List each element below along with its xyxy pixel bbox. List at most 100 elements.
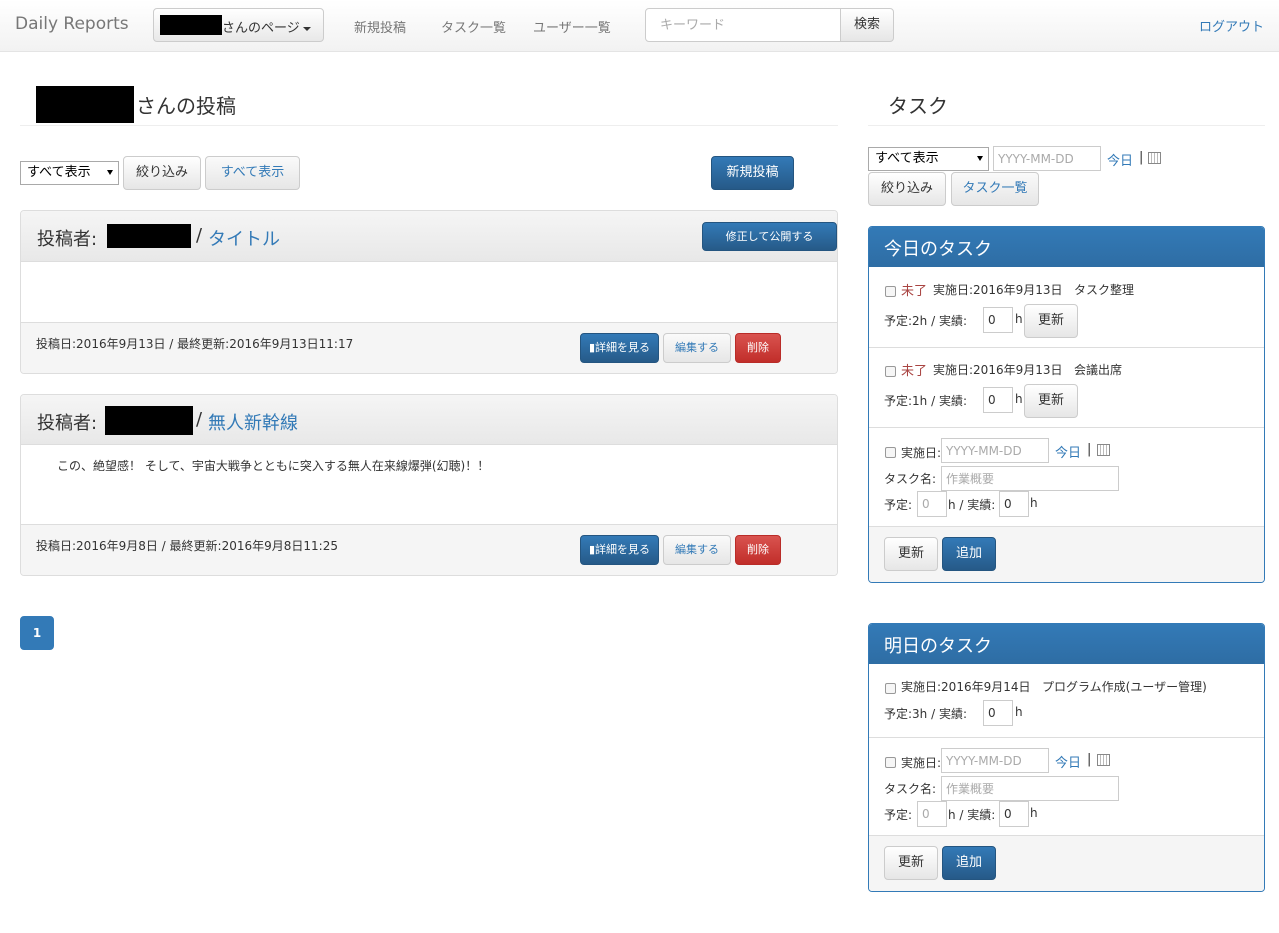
detail-button-label: 詳細を見る [595,543,651,556]
divider [868,125,1265,126]
plan-hours-input[interactable] [917,491,947,517]
post-title-link[interactable]: 無人新幹線 [208,409,298,435]
task-filter-button[interactable]: 絞り込み [868,172,946,206]
pipe-separator: | [1087,442,1092,457]
detail-button[interactable]: ▮詳細を見る [580,333,659,363]
task-plan: 予定:1h / 実績: [884,394,967,408]
post-footer: 投稿日:2016年9月8日 / 最終更新:2016年9月8日11:25 ▮詳細を… [21,524,837,575]
panel-footer: 更新 追加 [869,526,1264,582]
task-filter-select[interactable]: すべて表示 [868,147,989,171]
tasks-title: タスク [888,94,948,118]
task-date-input[interactable] [993,146,1101,171]
update-button[interactable]: 更新 [1024,384,1078,418]
edit-button[interactable]: 編集する [663,333,731,363]
hours-unit: h [1015,312,1023,326]
publish-button[interactable]: 修正して公開する [702,222,837,251]
detail-button[interactable]: ▮詳細を見る [580,535,659,565]
plan-hours-input[interactable] [917,801,947,827]
today-link[interactable]: 今日 [1055,442,1081,461]
calendar-icon[interactable] [1097,754,1110,766]
chevron-down-icon [302,26,311,31]
task-checkbox[interactable] [885,286,896,297]
delete-button[interactable]: 削除 [735,535,781,565]
calendar-icon[interactable] [1097,444,1110,456]
author-label: 投稿者: [37,413,98,434]
delete-button[interactable]: 削除 [735,333,781,363]
task-plan: 予定:3h / 実績: [884,707,967,721]
new-post-button[interactable]: 新規投稿 [711,156,794,190]
edit-button[interactable]: 編集する [663,535,731,565]
post-filter-button[interactable]: 絞り込み [123,156,201,190]
new-task-plan-label: 予定: [884,498,913,512]
update-button[interactable]: 更新 [884,537,938,571]
panel-footer: 更新 追加 [869,835,1264,891]
task-checkbox[interactable] [885,447,896,458]
page-title: さんの投稿 [136,94,236,118]
redacted-username [160,15,222,35]
post-filter-select[interactable]: すべて表示 [20,161,119,185]
today-link[interactable]: 今日 [1055,752,1081,771]
search-button[interactable]: 検索 [840,8,894,42]
post-title-link[interactable]: タイトル [208,225,280,251]
logout-link[interactable]: ログアウト [1199,16,1264,35]
redacted-username [36,86,134,123]
task-date: 実施日:2016年9月14日 [901,680,1031,694]
new-task-actual-label: h / 実績: [948,498,996,512]
update-button[interactable]: 更新 [884,846,938,880]
task-checkbox[interactable] [885,366,896,377]
nav-task-list[interactable]: タスク一覧 [441,17,506,36]
post-filter-value: すべて表示 [27,165,91,180]
task-status: 未了 [901,284,928,299]
user-menu-button[interactable]: さんのページ [153,8,324,42]
task-checkbox[interactable] [885,757,896,768]
actual-hours-input[interactable] [983,307,1013,333]
new-task-date-label: 実施日: [901,756,942,770]
task-date: 実施日:2016年9月13日 [933,283,1063,297]
tomorrow-tasks-title: 明日のタスク [869,624,1264,664]
post-card: 投稿者: / タイトル 修正して公開する 投稿日:2016年9月13日 / 最終… [20,210,838,374]
brand[interactable]: Daily Reports [15,14,129,34]
task-list-button[interactable]: タスク一覧 [951,172,1039,206]
new-task-plan-label: 予定: [884,808,913,822]
pipe-separator: | [1139,150,1144,165]
task-status: 未了 [901,364,928,379]
new-task-name-label: タスク名: [884,472,937,486]
show-all-button[interactable]: すべて表示 [205,156,300,190]
task-filter-value: すべて表示 [875,151,939,166]
hours-unit: h [1030,806,1038,820]
hours-unit: h [1030,496,1038,510]
task-name: 会議出席 [1074,363,1123,377]
post-header: 投稿者: / タイトル 修正して公開する [21,211,837,262]
pipe-separator: | [1087,752,1092,767]
detail-button-label: 詳細を見る [595,341,651,354]
new-task-name-input[interactable] [941,776,1119,801]
new-task-name-input[interactable] [941,466,1119,491]
update-button[interactable]: 更新 [1024,304,1078,338]
actual-hours-input[interactable] [999,801,1029,827]
task-plan: 予定:2h / 実績: [884,314,967,328]
new-task-date-input[interactable] [941,438,1049,463]
nav-new-post[interactable]: 新規投稿 [354,17,406,36]
today-tasks-panel: 今日のタスク 未了 実施日:2016年9月13日 タスク整理 予定:2h / 実… [868,226,1265,583]
add-task-button[interactable]: 追加 [942,846,996,880]
add-task-button[interactable]: 追加 [942,537,996,571]
task-name: プログラム作成(ユーザー管理) [1042,680,1207,694]
actual-hours-input[interactable] [983,387,1013,413]
new-task-date-input[interactable] [941,748,1049,773]
new-task-actual-label: h / 実績: [948,808,996,822]
hours-unit: h [1015,392,1023,406]
nav-user-list[interactable]: ユーザー一覧 [533,17,611,36]
calendar-icon[interactable] [1148,152,1161,164]
post-card: 投稿者: / 無人新幹線 この、絶望感！ そして、宇宙大戦争とともに突入する無人… [20,394,838,576]
task-checkbox[interactable] [885,683,896,694]
post-meta: 投稿日:2016年9月13日 / 最終更新:2016年9月13日11:17 [36,337,354,351]
author-label: 投稿者: [37,229,98,250]
actual-hours-input[interactable] [999,491,1029,517]
redacted-author [105,406,193,435]
pagination-page[interactable]: 1 [20,616,54,650]
today-link[interactable]: 今日 [1107,150,1133,169]
divider [20,125,838,126]
user-menu-label: さんのページ [222,21,300,36]
actual-hours-input[interactable] [983,700,1013,726]
search-input[interactable] [645,8,841,42]
